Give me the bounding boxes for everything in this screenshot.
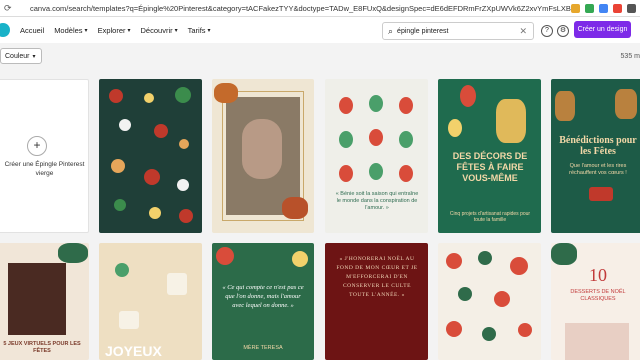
card-title: 5 JEUX VIRTUELS POUR LES FÊTES (3, 341, 81, 354)
color-filter-dropdown[interactable]: Couleur ▾ (0, 48, 42, 64)
template-card[interactable]: 10 DESSERTS DE NOËL CLASSIQUES (551, 243, 640, 360)
chevron-down-icon: ▾ (32, 53, 36, 60)
template-card[interactable]: « Bénie soit la saison qui entraîne le m… (325, 79, 428, 233)
app-header: Accueil Modèles ▾ Explorer ▾ Découvrir ▾ Ta… (0, 17, 640, 43)
url-text[interactable]: canva.com/search/templates?q=Épingle%20P… (30, 4, 571, 13)
chevron-down-icon: ▾ (127, 27, 131, 34)
nav-decouvrir[interactable]: Découvrir ▾ (141, 26, 178, 35)
nav-modeles[interactable]: Modèles ▾ (54, 26, 87, 35)
browser-url-bar[interactable]: ⟳ canva.com/search/templates?q=Épingle%2… (0, 0, 640, 17)
quote-author: MÈRE TERESA (243, 345, 283, 351)
chevron-down-icon: ▾ (174, 27, 178, 34)
help-icon[interactable]: ? (541, 25, 553, 37)
nav-accueil[interactable]: Accueil (20, 26, 44, 35)
blank-card-label: Créer une Épingle Pinterest vierge (4, 161, 85, 177)
clear-search-icon[interactable]: ✕ (519, 26, 527, 37)
search-value: épingle pinterest (397, 27, 449, 35)
chevron-down-icon: ▾ (84, 27, 88, 34)
refresh-icon[interactable]: ⟳ (4, 3, 12, 14)
template-card[interactable]: « Ce qui compte ce n'est pas ce que l'on… (212, 243, 314, 360)
extension-icon[interactable] (599, 3, 608, 13)
nav-explorer[interactable]: Explorer ▾ (98, 26, 131, 35)
browser-nav: ⟳ (4, 3, 30, 14)
profile-icon[interactable] (627, 3, 636, 13)
card-number: 10 (589, 265, 607, 285)
filter-label: Couleur (5, 52, 30, 60)
template-card[interactable]: « J'HONORERAI NOËL AU FOND DE MON CŒUR E… (325, 243, 428, 360)
results-count: 535 m (620, 53, 640, 60)
search-input[interactable]: ⌕ épingle pinterest ✕ (382, 22, 534, 40)
card-subtitle: Cinq projets d'artisanat rapides pour to… (449, 211, 531, 223)
settings-icon[interactable]: ⚙ (557, 25, 569, 37)
template-card[interactable] (212, 79, 314, 233)
chevron-down-icon: ▾ (207, 27, 211, 34)
quote-text: « J'HONORERAI NOËL AU FOND DE MON CŒUR E… (336, 256, 418, 298)
extension-icon[interactable] (571, 3, 580, 13)
card-subtitle: Que l'amour et les rires réchauffent vos… (569, 163, 627, 176)
template-card[interactable] (99, 79, 202, 233)
nav-tarifs[interactable]: Tarifs ▾ (188, 26, 211, 35)
template-card[interactable]: DES DÉCORS DE FÊTES À FAIRE VOUS-MÊME Ci… (438, 79, 541, 233)
create-design-button[interactable]: Créer un design (574, 21, 631, 38)
add-icon: + (27, 136, 47, 156)
template-card[interactable] (438, 243, 541, 360)
blank-template-card[interactable]: + Créer une Épingle Pinterest vierge (0, 79, 89, 233)
extensions-bar (571, 3, 636, 13)
extension-icon[interactable] (585, 3, 594, 13)
card-title: Bénédictions pour les Fêtes (559, 135, 637, 157)
card-title: DESSERTS DE NOËL CLASSIQUES (570, 289, 626, 302)
canva-logo[interactable] (0, 23, 10, 37)
card-caption: « Bénie soit la saison qui entraîne le m… (335, 191, 419, 211)
template-card[interactable]: JOYEUX (99, 243, 202, 360)
template-card[interactable]: Bénédictions pour les Fêtes Que l'amour … (551, 79, 640, 233)
card-title: JOYEUX (105, 343, 162, 359)
extension-icon[interactable] (613, 3, 622, 13)
template-card[interactable]: 5 JEUX VIRTUELS POUR LES FÊTES (0, 243, 89, 360)
card-title: DES DÉCORS DE FÊTES À FAIRE VOUS-MÊME (452, 151, 528, 183)
quote-text: « Ce qui compte ce n'est pas ce que l'on… (222, 284, 304, 309)
search-icon: ⌕ (388, 25, 394, 36)
